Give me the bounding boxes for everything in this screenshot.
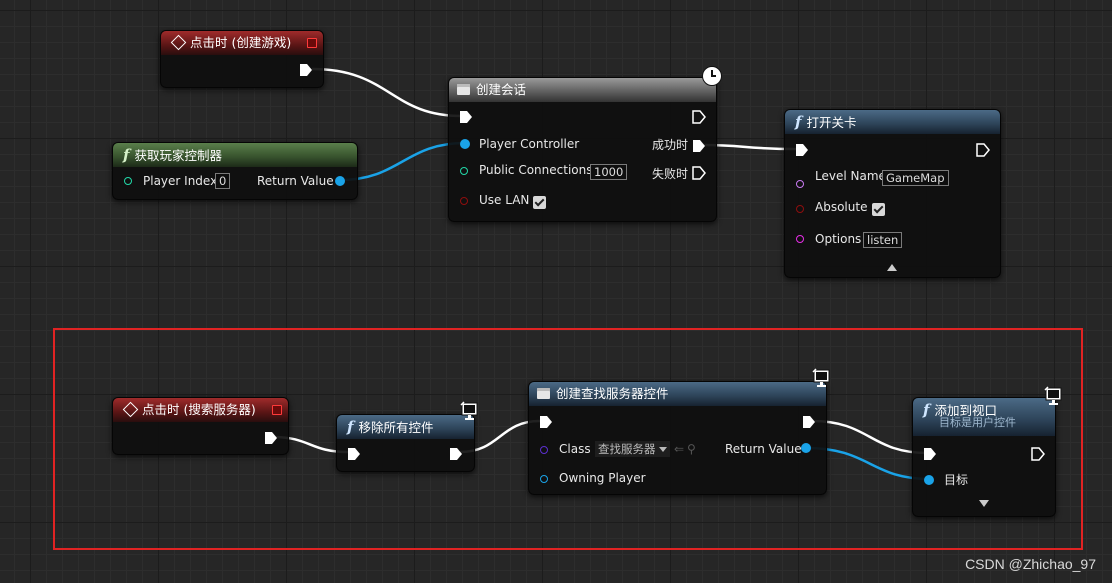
object-wire (339, 141, 466, 182)
public-connections-pin[interactable] (460, 167, 468, 175)
create-session-node[interactable]: 创建会话 Player Controller 成功时 Public Connec… (448, 66, 722, 222)
exec-in-pin[interactable] (795, 143, 809, 157)
player-index-label: Player Index (143, 174, 218, 188)
get-player-controller-node[interactable]: f 获取玩家控制器 Player Index 0 Return Value (112, 142, 358, 200)
options-input[interactable]: listen (863, 232, 903, 248)
node-header: 点击时 (创建游戏) (161, 31, 323, 55)
return-value-pin[interactable] (335, 176, 345, 186)
open-level-node[interactable]: f 打开关卡 Level Name GameMap Absolute Option… (784, 109, 1001, 278)
event-diamond-icon (170, 34, 187, 51)
watermark: CSDN @Zhichao_97 (965, 556, 1096, 572)
player-controller-pin[interactable] (460, 139, 470, 149)
public-connections-label: Public Connections (479, 163, 593, 177)
use-lan-label: Use LAN (479, 193, 530, 207)
level-name-input[interactable]: GameMap (882, 170, 949, 186)
use-lan-checkbox-icon[interactable] (533, 196, 546, 209)
level-name-label: Level Name (815, 169, 886, 183)
public-connections-input[interactable]: 1000 (590, 164, 628, 180)
options-pin[interactable] (796, 235, 804, 243)
exec-out-pin[interactable] (976, 143, 990, 157)
node-title: 创建会话 (476, 82, 527, 97)
node-title: 打开关卡 (806, 115, 857, 130)
on-failure-label: 失败时 (652, 167, 689, 181)
node-title: 点击时 (创建游戏) (190, 35, 292, 50)
node-header: 创建会话 (449, 78, 716, 102)
options-label: Options (815, 232, 862, 246)
exec-in-pin[interactable] (459, 110, 473, 124)
player-controller-label: Player Controller (479, 137, 580, 151)
node-title: 获取玩家控制器 (134, 148, 222, 163)
exec-wire (702, 143, 798, 151)
selection-highlight-box (53, 328, 1083, 550)
clock-icon (702, 66, 722, 86)
node-header: f 打开关卡 (785, 110, 1000, 134)
event-node-create-game[interactable]: 点击时 (创建游戏) (160, 30, 324, 88)
absolute-pin[interactable] (796, 205, 804, 213)
absolute-label: Absolute (815, 200, 868, 214)
node-header: f 获取玩家控制器 (113, 143, 357, 167)
absolute-checkbox-icon[interactable] (872, 203, 885, 216)
function-icon: f (795, 113, 802, 131)
exec-out-pin[interactable] (299, 63, 313, 77)
player-index-input[interactable]: 0 (215, 173, 231, 189)
macro-book-icon (457, 84, 470, 95)
player-index-pin[interactable] (124, 177, 132, 185)
exec-wire (311, 67, 463, 118)
level-name-pin[interactable] (796, 180, 804, 188)
use-lan-pin[interactable] (460, 197, 468, 205)
function-icon: f (123, 146, 130, 164)
delegate-pin-icon[interactable] (307, 38, 317, 48)
return-value-label: Return Value (257, 174, 334, 188)
exec-out-pin[interactable] (692, 110, 706, 124)
on-failure-exec-pin[interactable] (692, 166, 706, 180)
on-success-label: 成功时 (652, 138, 689, 152)
on-success-exec-pin[interactable] (692, 139, 706, 153)
collapse-arrow-icon[interactable] (887, 264, 897, 271)
